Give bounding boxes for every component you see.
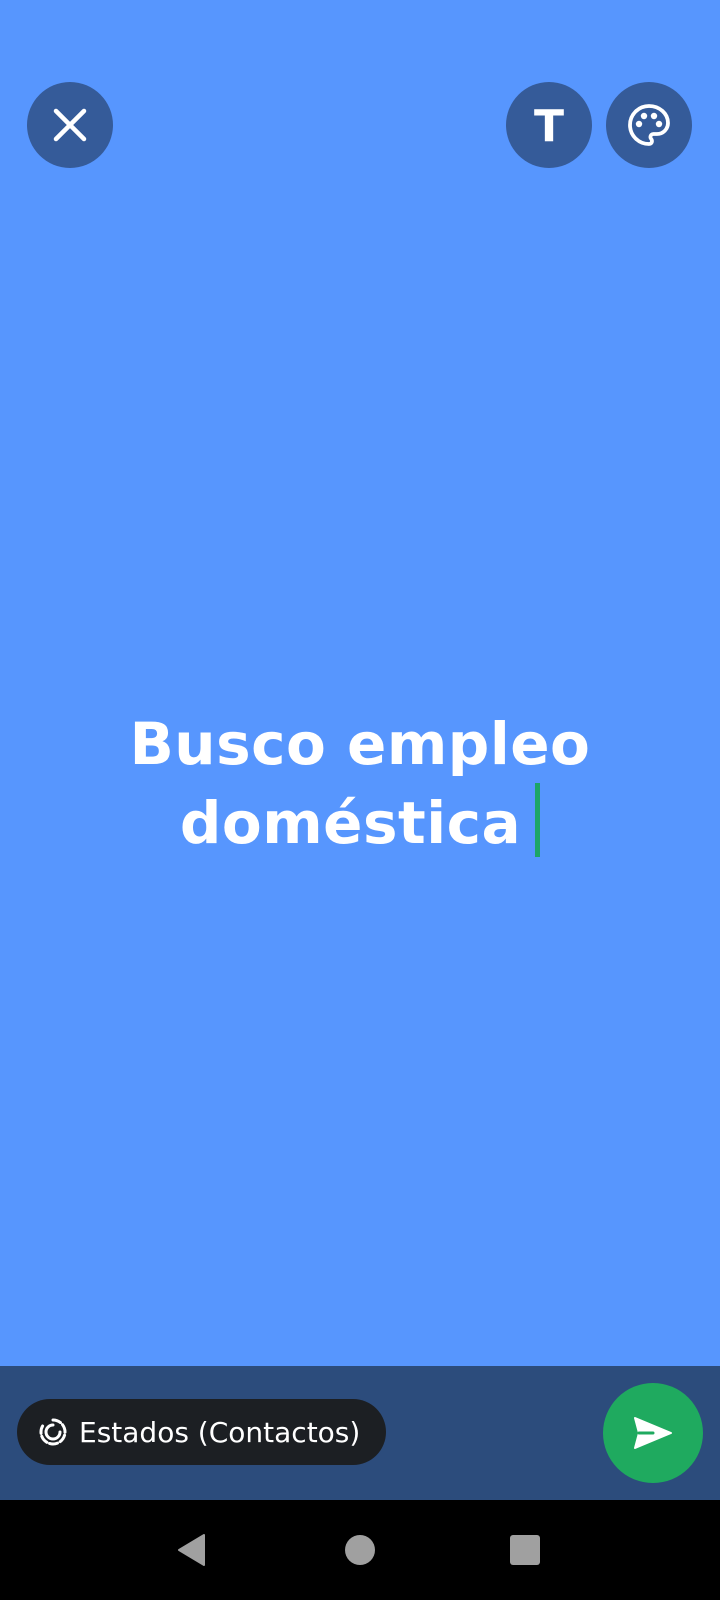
send-button[interactable]: [603, 1383, 703, 1483]
status-canvas[interactable]: T Busco empleo doméstica: [0, 0, 720, 1366]
text-style-glyph: T: [534, 103, 564, 147]
nav-back-button[interactable]: [170, 1528, 214, 1572]
status-ring-icon: [39, 1418, 67, 1446]
palette-icon: [628, 104, 670, 146]
send-icon: [634, 1417, 672, 1449]
system-navigation-bar: [0, 1500, 720, 1600]
circle-home-icon: [345, 1535, 375, 1565]
audience-selector-button[interactable]: Estados (Contactos): [17, 1399, 387, 1465]
status-text-input[interactable]: Busco empleo doméstica: [130, 710, 591, 857]
close-icon: [53, 108, 87, 142]
nav-home-button[interactable]: [338, 1528, 382, 1572]
audience-label: Estados (Contactos): [79, 1415, 361, 1449]
square-recents-icon: [510, 1535, 540, 1565]
text-style-button[interactable]: T: [506, 82, 592, 168]
status-composer-screen: T Busco empleo doméstica Estados (Contac…: [0, 0, 720, 1600]
status-text-area[interactable]: Busco empleo doméstica: [60, 705, 660, 862]
bottom-bar: Estados (Contactos): [0, 1366, 720, 1500]
close-button[interactable]: [27, 82, 113, 168]
text-style-icon: T: [534, 103, 564, 147]
text-caret: [535, 783, 541, 857]
color-palette-button[interactable]: [606, 82, 692, 168]
triangle-back-icon: [178, 1534, 205, 1566]
nav-recents-button[interactable]: [503, 1528, 547, 1572]
